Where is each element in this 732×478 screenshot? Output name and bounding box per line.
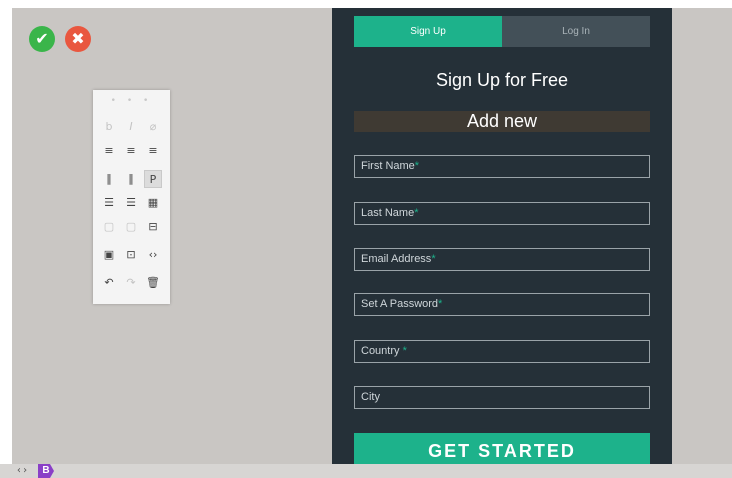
required-marker: * xyxy=(402,345,407,357)
align-right-icon[interactable]: ≡ xyxy=(144,142,162,160)
builder-badge-icon[interactable]: B xyxy=(38,464,54,478)
table-icon[interactable]: ▦ xyxy=(144,194,162,212)
align-left-icon[interactable]: ≡ xyxy=(100,142,118,160)
field-placeholder: First Name xyxy=(361,160,415,172)
editor-toolbar: • • • b I ⌀ ≡ ≡ ≡ ‖ ‖ P ☰ ☰ ▦ ▢ ▢ ⊟ ▣ ⊡ xyxy=(93,90,170,304)
drag-handle-icon[interactable]: • • • xyxy=(93,96,170,106)
toolbar-row-align: ≡ ≡ ≡ xyxy=(93,142,170,162)
insert-block-icon[interactable]: ⊟ xyxy=(144,218,162,236)
image-icon[interactable]: ▣ xyxy=(100,246,118,264)
required-marker: * xyxy=(414,207,419,219)
auth-tabs: Sign Up Log In xyxy=(354,16,650,47)
form-heading[interactable]: Sign Up for Free xyxy=(354,70,650,91)
paragraph-icon[interactable]: P xyxy=(144,170,162,188)
undo-icon[interactable]: ↶ xyxy=(100,274,118,292)
confirm-check-icon[interactable]: ✔ xyxy=(29,26,55,52)
tab-sign-up[interactable]: Sign Up xyxy=(354,16,502,47)
required-marker: * xyxy=(414,160,420,172)
numbered-list-icon[interactable]: ☰ xyxy=(122,194,140,212)
city-field[interactable]: City xyxy=(354,386,650,409)
field-placeholder: Last Name xyxy=(361,207,415,219)
country-field[interactable]: Country * xyxy=(354,340,650,363)
trash-icon[interactable]: 🗑 xyxy=(144,274,162,292)
heading-icon[interactable]: ‖ xyxy=(100,170,118,188)
indent-icon[interactable]: ▢ xyxy=(122,218,140,236)
toolbar-row-indent: ▢ ▢ ⊟ xyxy=(93,218,170,238)
add-new-block[interactable]: Add new xyxy=(354,111,650,132)
field-placeholder: Country xyxy=(361,345,403,357)
toolbar-row-history: ↶ ↷ 🗑 xyxy=(93,274,170,294)
field-placeholder: City xyxy=(361,391,380,403)
toolbar-row-media: ▣ ⊡ ‹› xyxy=(93,246,170,266)
cancel-x-icon[interactable]: ✖ xyxy=(65,26,91,52)
link-icon[interactable]: ⌀ xyxy=(144,118,162,136)
bold-icon[interactable]: b xyxy=(100,118,118,136)
field-placeholder: Set A Password xyxy=(361,298,439,310)
toolbar-row-format: b I ⌀ xyxy=(93,118,170,138)
tab-log-in[interactable]: Log In xyxy=(502,16,650,47)
outdent-icon[interactable]: ▢ xyxy=(100,218,118,236)
subheading-icon[interactable]: ‖ xyxy=(122,170,140,188)
video-icon[interactable]: ⊡ xyxy=(122,246,140,264)
last-name-field[interactable]: Last Name* xyxy=(354,202,650,225)
password-field[interactable]: Set A Password* xyxy=(354,293,650,316)
italic-icon[interactable]: I xyxy=(122,118,140,136)
code-icon[interactable]: ‹› xyxy=(144,246,162,264)
required-marker: * xyxy=(431,253,436,265)
first-name-field[interactable]: First Name* xyxy=(354,155,650,178)
align-center-icon[interactable]: ≡ xyxy=(122,142,140,160)
field-placeholder: Email Address xyxy=(361,253,432,265)
code-view-icon[interactable]: ‹› xyxy=(16,465,28,476)
status-bar: ‹› B xyxy=(0,464,732,478)
bullet-list-icon[interactable]: ☰ xyxy=(100,194,118,212)
toolbar-row-blocks: ‖ ‖ P xyxy=(93,170,170,190)
email-field[interactable]: Email Address* xyxy=(354,248,650,271)
redo-icon[interactable]: ↷ xyxy=(122,274,140,292)
signup-panel: Sign Up Log In Sign Up for Free Add new … xyxy=(332,8,672,478)
toolbar-row-lists: ☰ ☰ ▦ xyxy=(93,194,170,214)
required-marker: * xyxy=(438,298,443,310)
